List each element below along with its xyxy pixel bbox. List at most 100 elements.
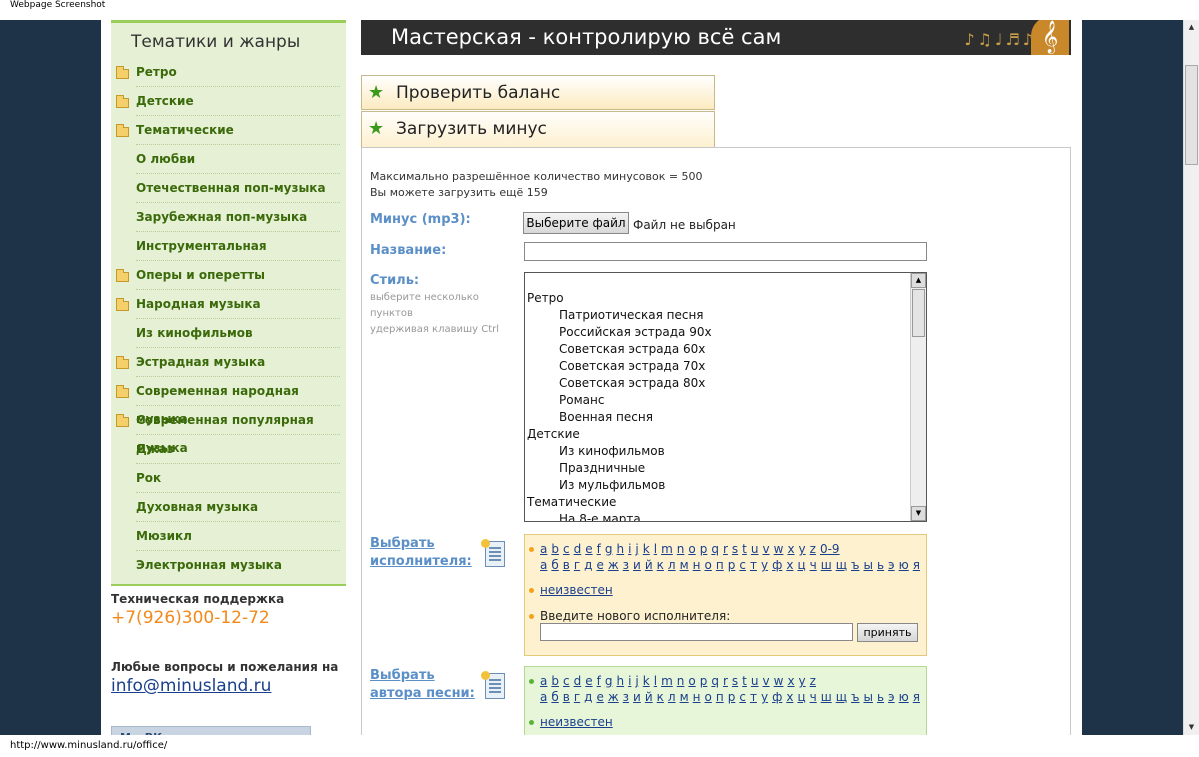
letter-link[interactable]: s bbox=[732, 674, 738, 688]
sidebar-genre-item[interactable]: О любви bbox=[111, 145, 346, 174]
letter-link[interactable]: н bbox=[693, 690, 701, 704]
letter-link[interactable]: ь bbox=[877, 558, 884, 572]
letter-link[interactable]: m bbox=[661, 674, 673, 688]
letter-link[interactable]: щ bbox=[836, 558, 847, 572]
style-option[interactable]: Советская эстрада 70х bbox=[527, 358, 712, 375]
letter-link[interactable]: ы bbox=[863, 558, 872, 572]
letter-link[interactable]: ь bbox=[877, 690, 884, 704]
letter-link[interactable]: y bbox=[799, 674, 806, 688]
letter-link[interactable]: x bbox=[787, 542, 794, 556]
letter-link[interactable]: к bbox=[657, 558, 664, 572]
letter-link[interactable]: q bbox=[711, 542, 719, 556]
sidebar-genre-item[interactable]: Зарубежная поп-музыка bbox=[111, 203, 346, 232]
letter-link[interactable]: i bbox=[628, 674, 631, 688]
letter-link[interactable]: f bbox=[597, 542, 601, 556]
page-scrollbar[interactable]: ▲ ▼ bbox=[1183, 20, 1199, 735]
letter-link[interactable]: ф bbox=[772, 690, 782, 704]
letter-link[interactable]: k bbox=[643, 542, 650, 556]
letter-link[interactable]: i bbox=[628, 542, 631, 556]
tab-upload-minus[interactable]: ★ Загрузить минус bbox=[361, 111, 715, 148]
sidebar-genre-item[interactable]: Современная народная музыка bbox=[111, 377, 346, 426]
artist-unknown-link[interactable]: неизвестен bbox=[540, 583, 613, 597]
letter-link[interactable]: u bbox=[751, 674, 759, 688]
letter-link[interactable]: l bbox=[654, 674, 657, 688]
letter-link[interactable]: ы bbox=[863, 690, 872, 704]
letter-link[interactable]: r bbox=[723, 542, 728, 556]
letter-link[interactable]: n bbox=[677, 674, 685, 688]
letter-link[interactable]: е bbox=[596, 690, 603, 704]
sidebar-genre-item[interactable]: Из кинофильмов bbox=[111, 319, 346, 348]
letter-link[interactable]: j bbox=[635, 542, 638, 556]
name-input[interactable] bbox=[524, 242, 927, 261]
style-option[interactable]: Романс bbox=[527, 392, 712, 409]
letter-link[interactable]: g bbox=[605, 542, 613, 556]
letter-link[interactable]: e bbox=[585, 542, 592, 556]
style-option[interactable]: Ретро bbox=[527, 290, 712, 307]
letter-link[interactable]: л bbox=[668, 558, 676, 572]
letter-link[interactable]: ю bbox=[899, 558, 909, 572]
letter-link[interactable]: h bbox=[616, 542, 624, 556]
letter-link[interactable]: g bbox=[605, 674, 613, 688]
letter-link[interactable]: k bbox=[643, 674, 650, 688]
letter-link[interactable]: р bbox=[728, 558, 736, 572]
scroll-up-icon[interactable]: ▲ bbox=[911, 273, 926, 288]
letter-link[interactable]: с bbox=[739, 690, 746, 704]
letter-link[interactable]: г bbox=[574, 690, 580, 704]
letter-link[interactable]: l bbox=[654, 542, 657, 556]
letter-link[interactable]: d bbox=[574, 542, 582, 556]
letter-link[interactable]: ю bbox=[899, 690, 909, 704]
letter-link[interactable]: я bbox=[913, 558, 920, 572]
letter-link[interactable]: b bbox=[551, 674, 559, 688]
scroll-down-icon[interactable]: ▼ bbox=[1184, 720, 1199, 735]
support-email-link[interactable]: info@minusland.ru bbox=[111, 676, 346, 696]
letter-link[interactable]: h bbox=[616, 674, 624, 688]
sidebar-genre-item[interactable]: Отечественная поп-музыка bbox=[111, 174, 346, 203]
letter-link[interactable]: ц bbox=[797, 690, 805, 704]
letter-link[interactable]: т bbox=[750, 558, 757, 572]
letter-link[interactable]: м bbox=[680, 558, 689, 572]
letter-link[interactable]: д bbox=[584, 558, 592, 572]
letter-link[interactable]: a bbox=[540, 674, 547, 688]
letter-link[interactable]: п bbox=[716, 558, 724, 572]
scroll-up-icon[interactable]: ▲ bbox=[1184, 20, 1199, 35]
letter-link[interactable]: c bbox=[563, 674, 570, 688]
accept-button[interactable]: принять bbox=[857, 623, 918, 642]
style-option[interactable]: Советская эстрада 80х bbox=[527, 375, 712, 392]
letter-link[interactable]: ц bbox=[797, 558, 805, 572]
letter-link[interactable]: ж bbox=[608, 690, 619, 704]
letter-link[interactable]: я bbox=[913, 690, 920, 704]
sidebar-genre-item[interactable]: Рок bbox=[111, 464, 346, 493]
style-option[interactable]: Советская эстрада 60х bbox=[527, 341, 712, 358]
letter-link[interactable]: u bbox=[751, 542, 759, 556]
letter-link[interactable]: p bbox=[700, 542, 708, 556]
letter-link[interactable]: a bbox=[540, 542, 547, 556]
sidebar-genre-item[interactable]: Электронная музыка bbox=[111, 551, 346, 580]
sidebar-genre-item[interactable]: Детские bbox=[111, 87, 346, 116]
letter-link[interactable]: r bbox=[723, 674, 728, 688]
letter-link[interactable]: у bbox=[761, 690, 768, 704]
page-scrollbar-thumb[interactable] bbox=[1185, 65, 1198, 165]
author-unknown-link[interactable]: неизвестен bbox=[540, 715, 613, 729]
letter-link[interactable]: ъ bbox=[851, 558, 859, 572]
style-option[interactable]: Военная песня bbox=[527, 409, 712, 426]
letter-link[interactable]: п bbox=[716, 690, 724, 704]
letter-link[interactable]: б bbox=[551, 690, 558, 704]
letter-link[interactable]: т bbox=[750, 690, 757, 704]
letter-link[interactable]: г bbox=[574, 558, 580, 572]
letter-link[interactable]: 0-9 bbox=[820, 542, 840, 556]
vk-widget[interactable]: Мы ВКонтакте bbox=[111, 726, 311, 735]
letter-link[interactable]: v bbox=[763, 674, 770, 688]
sidebar-genre-item[interactable]: Инструментальная bbox=[111, 232, 346, 261]
letter-link[interactable]: й bbox=[645, 690, 653, 704]
letter-link[interactable]: y bbox=[799, 542, 806, 556]
letter-link[interactable]: и bbox=[633, 558, 641, 572]
style-option[interactable]: Из мульфильмов bbox=[527, 477, 712, 494]
letter-link[interactable]: d bbox=[574, 674, 582, 688]
letter-link[interactable]: x bbox=[787, 674, 794, 688]
letter-link[interactable]: j bbox=[635, 674, 638, 688]
letter-link[interactable]: p bbox=[700, 674, 708, 688]
letter-link[interactable]: z bbox=[810, 674, 816, 688]
style-option[interactable]: На 8-е марта bbox=[527, 511, 712, 521]
sidebar-genre-item[interactable]: Джаз bbox=[111, 435, 346, 464]
letter-link[interactable]: t bbox=[742, 542, 747, 556]
